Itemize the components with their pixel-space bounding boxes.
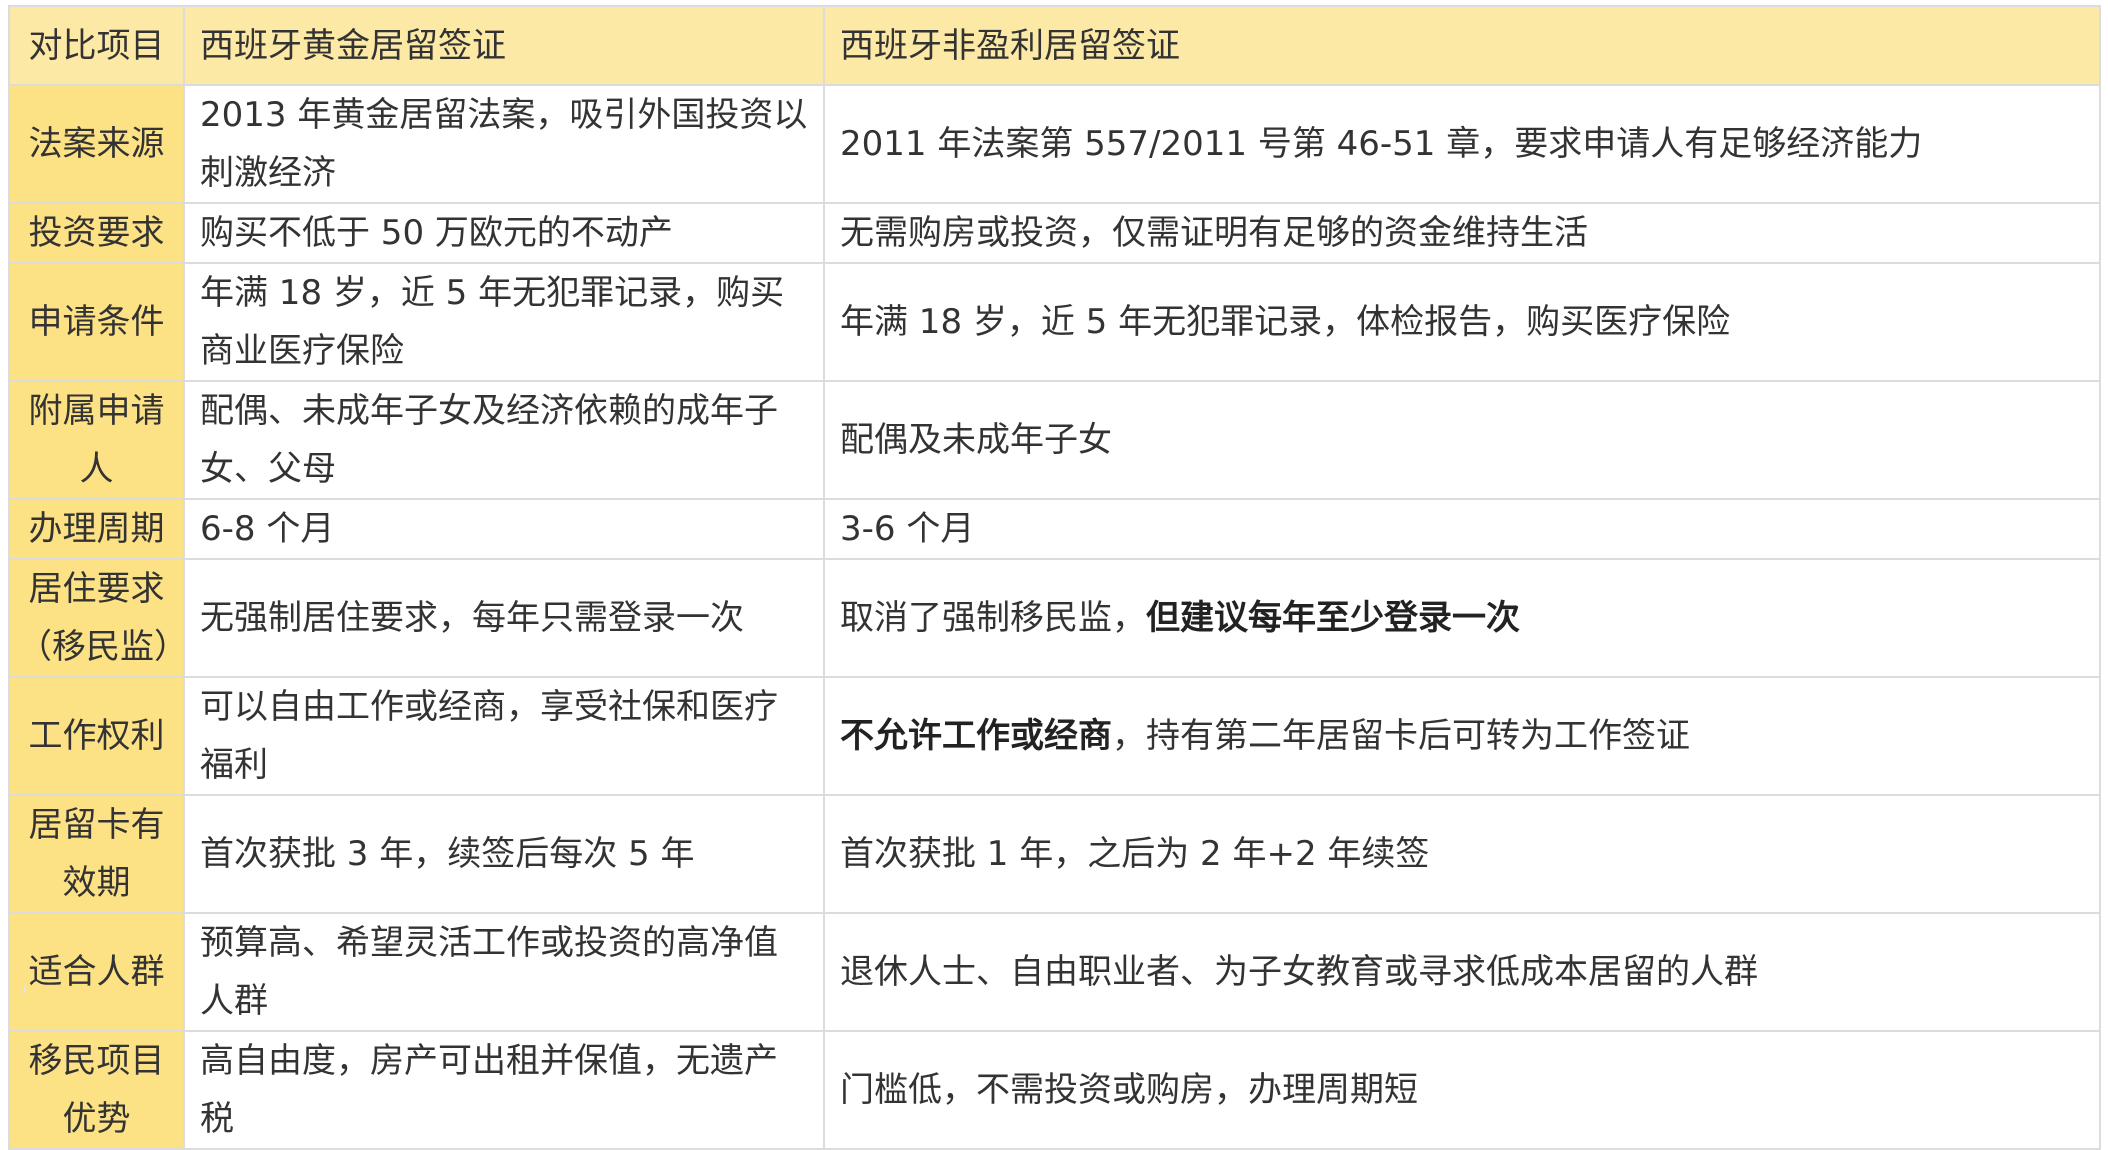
row-golden-cell: 可以自由工作或经商，享受社保和医疗福利 — [183, 676, 825, 796]
row-golden-cell: 首次获批 3 年，续签后每次 5 年 — [183, 794, 825, 914]
row-nonprofit-cell: 门槛低，不需投资或购房，办理周期短 — [823, 1030, 2101, 1150]
row-nonprofit-cell: 无需购房或投资，仅需证明有足够的资金维持生活 — [823, 202, 2101, 264]
table-row: 居留卡有效期 首次获批 3 年，续签后每次 5 年 首次获批 1 年，之后为 2… — [8, 794, 2101, 914]
header-golden-cell: 西班牙黄金居留签证 — [183, 5, 825, 86]
row-item-cell: 工作权利 — [8, 676, 185, 796]
row-item-cell: 居住要求（移民监） — [8, 558, 185, 678]
table-row: 申请条件 年满 18 岁，近 5 年无犯罪记录，购买商业医疗保险 年满 18 岁… — [8, 262, 2101, 382]
nonprofit-text: 取消了强制移民监， — [840, 598, 1146, 638]
table-row: 工作权利 可以自由工作或经商，享受社保和医疗福利 不允许工作或经商，持有第二年居… — [8, 676, 2101, 796]
table-row: 适合人群 预算高、希望灵活工作或投资的高净值人群 退休人士、自由职业者、为子女教… — [8, 912, 2101, 1032]
row-nonprofit-cell: 不允许工作或经商，持有第二年居留卡后可转为工作签证 — [823, 676, 2101, 796]
nonprofit-emphasis: 但建议每年至少登录一次 — [1146, 598, 1520, 638]
row-golden-cell: 配偶、未成年子女及经济依赖的成年子女、父母 — [183, 380, 825, 500]
row-item-cell: 适合人群 — [8, 912, 185, 1032]
row-nonprofit-cell: 年满 18 岁，近 5 年无犯罪记录，体检报告，购买医疗保险 — [823, 262, 2101, 382]
row-golden-cell: 高自由度，房产可出租并保值，无遗产税 — [183, 1030, 825, 1150]
row-nonprofit-cell: 取消了强制移民监，但建议每年至少登录一次 — [823, 558, 2101, 678]
row-item-cell: 投资要求 — [8, 202, 185, 264]
row-nonprofit-cell: 配偶及未成年子女 — [823, 380, 2101, 500]
table-row: 移民项目优势 高自由度，房产可出租并保值，无遗产税 门槛低，不需投资或购房，办理… — [8, 1030, 2101, 1150]
row-nonprofit-cell: 3-6 个月 — [823, 498, 2101, 560]
header-nonprofit-cell: 西班牙非盈利居留签证 — [823, 5, 2101, 86]
row-golden-cell: 无强制居住要求，每年只需登录一次 — [183, 558, 825, 678]
row-nonprofit-cell: 退休人士、自由职业者、为子女教育或寻求低成本居留的人群 — [823, 912, 2101, 1032]
row-item-cell: 移民项目优势 — [8, 1030, 185, 1150]
row-golden-cell: 6-8 个月 — [183, 498, 825, 560]
table-row: 附属申请人 配偶、未成年子女及经济依赖的成年子女、父母 配偶及未成年子女 — [8, 380, 2101, 500]
row-golden-cell: 购买不低于 50 万欧元的不动产 — [183, 202, 825, 264]
row-golden-cell: 2013 年黄金居留法案，吸引外国投资以刺激经济 — [183, 84, 825, 204]
row-nonprofit-cell: 2011 年法案第 557/2011 号第 46-51 章，要求申请人有足够经济… — [823, 84, 2101, 204]
row-item-cell: 居留卡有效期 — [8, 794, 185, 914]
row-item-cell: 申请条件 — [8, 262, 185, 382]
table-row: 投资要求 购买不低于 50 万欧元的不动产 无需购房或投资，仅需证明有足够的资金… — [8, 202, 2101, 264]
table-header-row: 对比项目 西班牙黄金居留签证 西班牙非盈利居留签证 — [8, 5, 2101, 86]
row-item-cell: 附属申请人 — [8, 380, 185, 500]
row-item-cell: 法案来源 — [8, 84, 185, 204]
row-item-cell: 办理周期 — [8, 498, 185, 560]
row-golden-cell: 预算高、希望灵活工作或投资的高净值人群 — [183, 912, 825, 1032]
table-row: 居住要求（移民监） 无强制居住要求，每年只需登录一次 取消了强制移民监，但建议每… — [8, 558, 2101, 678]
row-nonprofit-cell: 首次获批 1 年，之后为 2 年+2 年续签 — [823, 794, 2101, 914]
header-item-cell: 对比项目 — [8, 5, 185, 86]
table-row: 法案来源 2013 年黄金居留法案，吸引外国投资以刺激经济 2011 年法案第 … — [8, 84, 2101, 204]
nonprofit-text: ，持有第二年居留卡后可转为工作签证 — [1112, 716, 1690, 756]
divider-line — [24, 985, 26, 993]
row-golden-cell: 年满 18 岁，近 5 年无犯罪记录，购买商业医疗保险 — [183, 262, 825, 382]
table-row: 办理周期 6-8 个月 3-6 个月 — [8, 498, 2101, 560]
nonprofit-emphasis: 不允许工作或经商 — [840, 716, 1112, 756]
comparison-table: 对比项目 西班牙黄金居留签证 西班牙非盈利居留签证 法案来源 2013 年黄金居… — [8, 5, 2101, 1150]
